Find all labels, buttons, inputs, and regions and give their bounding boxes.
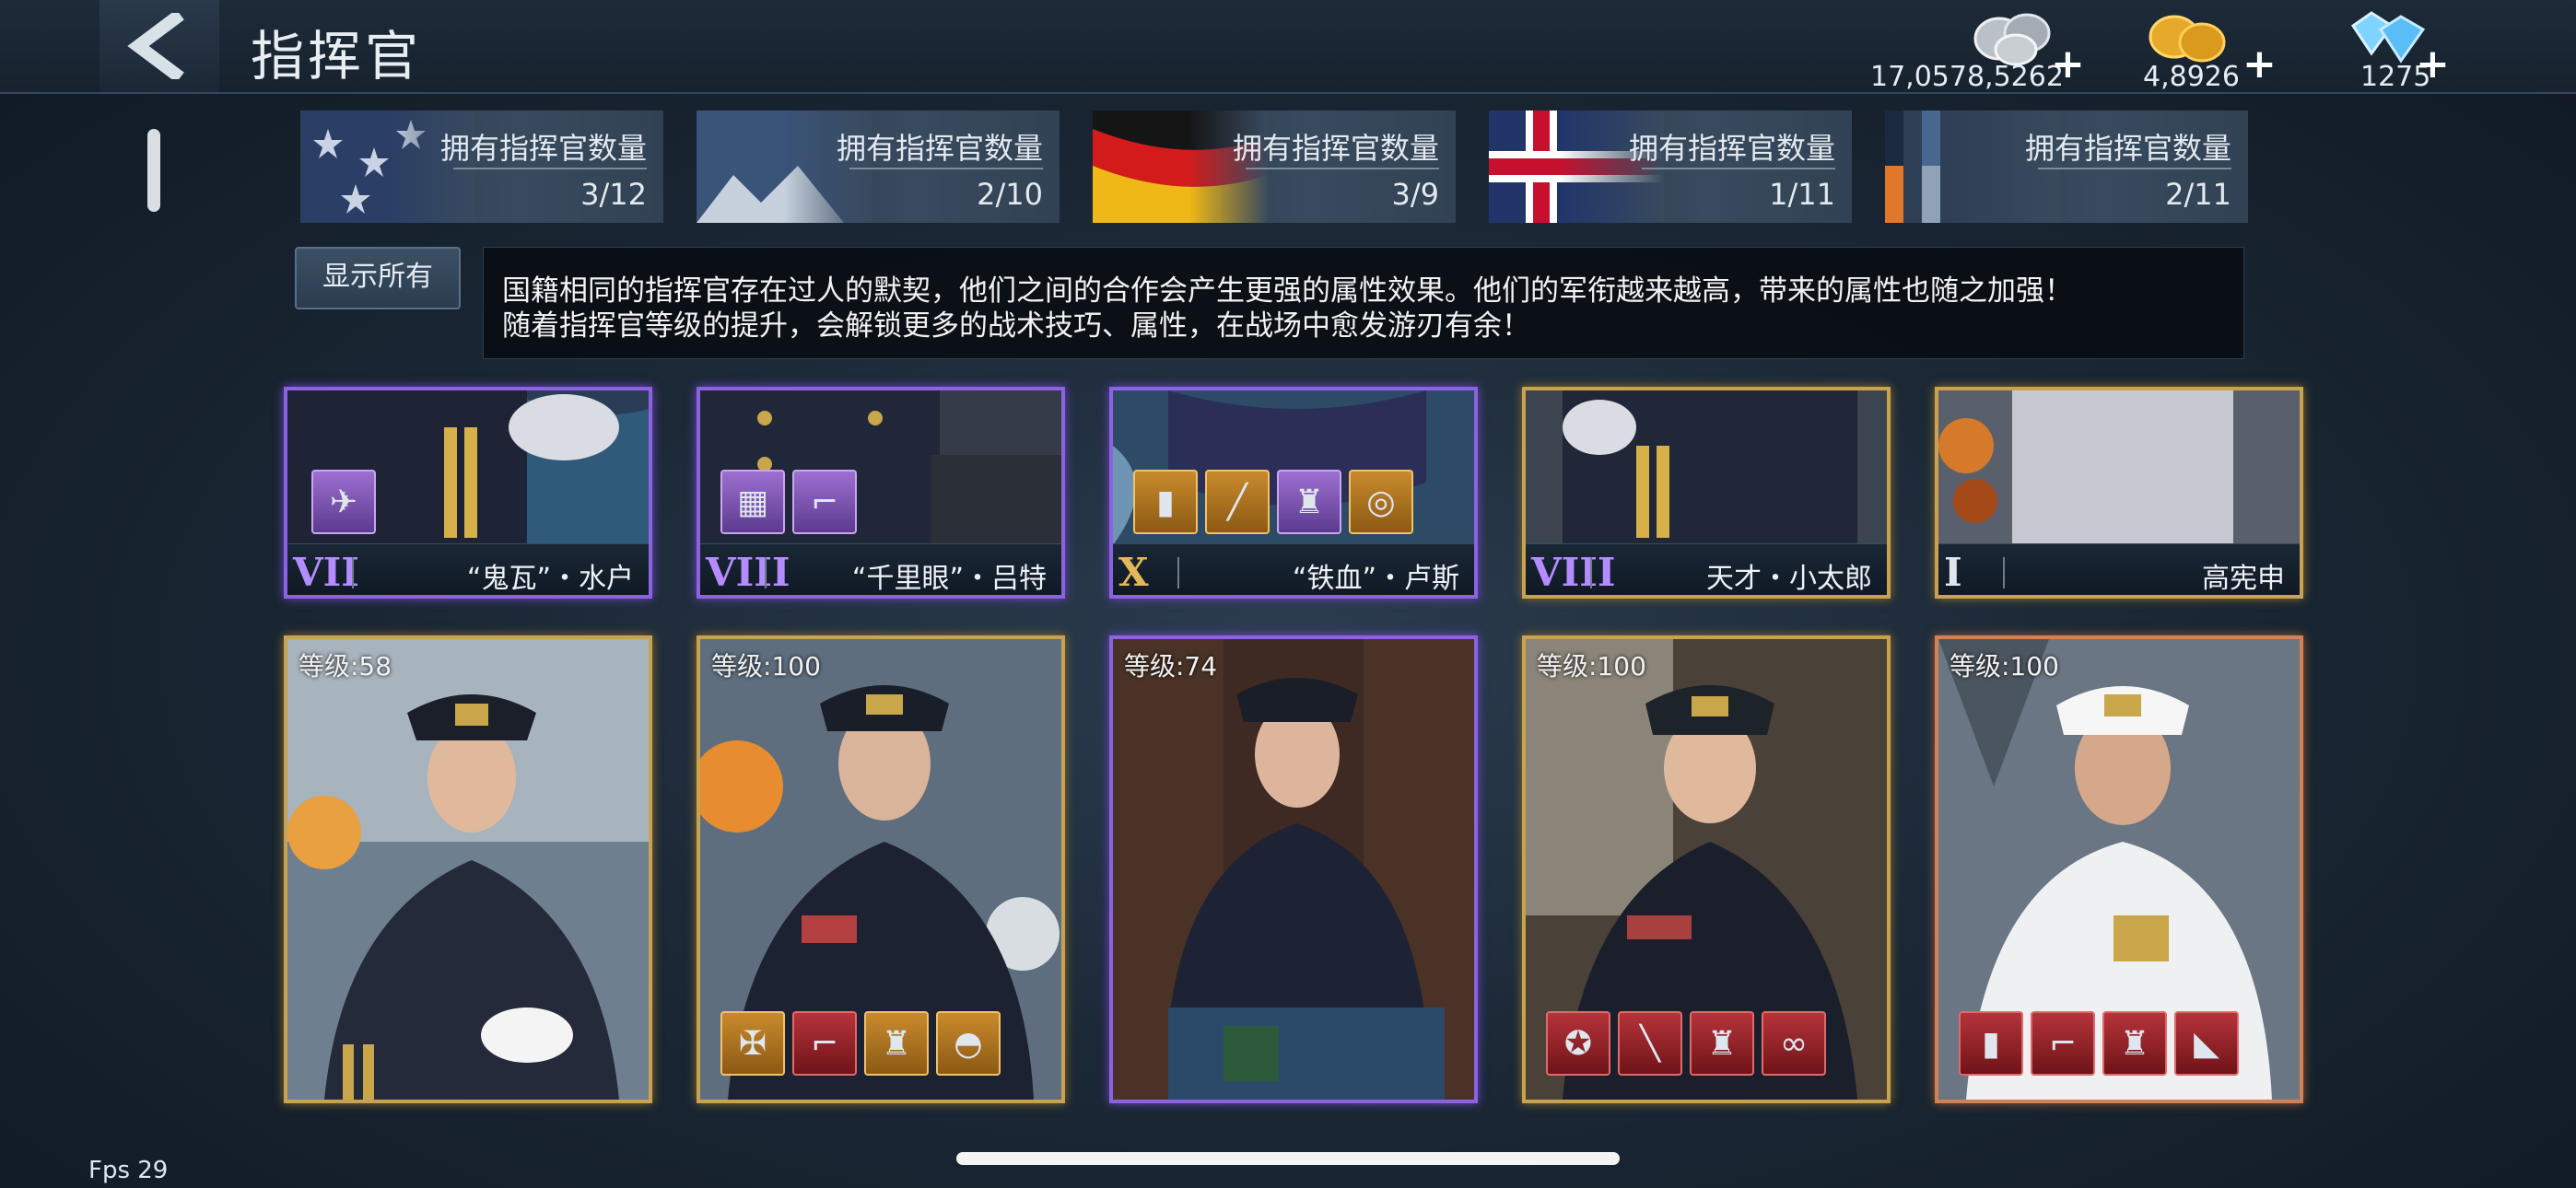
nation-count: 2/10 xyxy=(977,177,1043,212)
uniform-icon[interactable]: ♜ xyxy=(1277,470,1341,534)
cap-icon[interactable]: ◓ xyxy=(936,1011,1001,1076)
nation-label: 拥有指挥官数量 xyxy=(1232,131,1439,166)
divider xyxy=(453,168,647,169)
silver-amount: 17,0578,5262 xyxy=(1870,61,2064,93)
divider xyxy=(2003,557,2005,588)
divider xyxy=(352,557,354,588)
commander-level: 等级:58 xyxy=(299,651,392,681)
silver-currency[interactable]: 17,0578,5262 + xyxy=(1870,6,2085,93)
commander-rank: I xyxy=(1944,550,1962,595)
nation-count: 1/11 xyxy=(1769,177,1835,212)
medal-icon[interactable]: ✠ xyxy=(720,1011,785,1076)
show-all-button[interactable]: 显示所有 xyxy=(295,247,461,309)
add-diamond-button[interactable]: + xyxy=(2416,41,2450,87)
commander-level: 等级:100 xyxy=(1537,651,1646,681)
commander-name: 高宪申 xyxy=(2202,563,2285,595)
commander-namebar: X “铁血”・卢斯 xyxy=(1113,543,1474,595)
commander-rank: VII xyxy=(293,550,359,595)
nation-japan-panel[interactable]: 拥有指挥官数量 2/10 xyxy=(697,111,1060,223)
epaulette-icon[interactable]: ▮ xyxy=(1959,1011,2023,1076)
rifle-icon[interactable]: ╲ xyxy=(1618,1011,1682,1076)
info-line-2: 随着指挥官等级的提升，会解锁更多的战术技巧、属性，在战场中愈发游刃有余！ xyxy=(502,309,1530,343)
ribbons-icon[interactable]: ▦ xyxy=(720,470,785,534)
nation-germany-panel[interactable]: 拥有指挥官数量 3/9 xyxy=(1093,111,1456,223)
commander-portrait xyxy=(1526,390,1887,545)
commander-namebar: VII “鬼瓦”・水户 xyxy=(287,543,649,595)
commander-card[interactable]: ▦ ⌐ VIII “千里眼”・吕特 xyxy=(697,387,1065,599)
commander-card[interactable]: 等级:100 ▮ ⌐ ♜ ◣ xyxy=(1935,635,2303,1103)
nation-uk-panel[interactable]: 拥有指挥官数量 1/11 xyxy=(1489,111,1852,223)
divider xyxy=(1590,557,1592,588)
divider xyxy=(765,557,767,588)
commander-name: “鬼瓦”・水户 xyxy=(466,563,634,595)
nation-label: 拥有指挥官数量 xyxy=(1628,131,1835,166)
nation-count: 3/9 xyxy=(1391,177,1440,212)
divider xyxy=(1642,168,1835,169)
commander-rank: VIII xyxy=(1531,550,1616,595)
commander-name: 天才・小太郎 xyxy=(1706,563,1872,595)
nation-label: 拥有指挥官数量 xyxy=(836,131,1043,166)
commander-portrait xyxy=(1113,639,1474,1100)
add-gold-button[interactable]: + xyxy=(2242,41,2277,87)
gold-amount: 4,8926 xyxy=(2143,61,2240,93)
commander-namebar: VIII “千里眼”・吕特 xyxy=(700,543,1061,595)
home-indicator[interactable] xyxy=(956,1152,1620,1165)
baton-icon[interactable]: ╱ xyxy=(1205,470,1270,534)
commander-portrait xyxy=(287,639,649,1100)
back-button[interactable] xyxy=(100,0,219,92)
commander-card[interactable]: VIII 天才・小太郎 xyxy=(1522,387,1891,599)
commander-portrait xyxy=(1938,390,2300,545)
wings-icon[interactable]: ✈ xyxy=(311,470,376,534)
watch-icon[interactable]: ◎ xyxy=(1349,470,1413,534)
commander-namebar: VIII 天才・小太郎 xyxy=(1526,543,1887,595)
commander-card[interactable]: ▮ ╱ ♜ ◎ X “铁血”・卢斯 xyxy=(1109,387,1478,599)
info-line-1: 国籍相同的指挥官存在过人的默契，他们之间的合作会产生更强的属性效果。他们的军衔越… xyxy=(502,274,2073,308)
uniform-icon[interactable]: ♜ xyxy=(864,1011,929,1076)
commander-level: 等级:74 xyxy=(1124,651,1218,681)
divider xyxy=(1177,557,1179,588)
badge-icon[interactable]: ✪ xyxy=(1546,1011,1610,1076)
add-silver-button[interactable]: + xyxy=(2051,41,2085,87)
nation-other-panel[interactable]: 拥有指挥官数量 2/11 xyxy=(1885,111,2248,223)
commander-name: “千里眼”・吕特 xyxy=(851,563,1047,595)
commander-card[interactable]: 等级:100 ✪ ╲ ♜ ∞ xyxy=(1522,635,1891,1103)
commander-card[interactable]: I 高宪申 xyxy=(1935,387,2303,599)
divider xyxy=(2038,168,2231,169)
diamond-currency[interactable]: 1275 + xyxy=(2335,6,2450,93)
top-bar: 指挥官 17,0578,5262 + 4,8926 + 1275 + xyxy=(0,0,2576,94)
commander-card[interactable]: 等级:58 xyxy=(284,635,652,1103)
commander-level: 等级:100 xyxy=(711,651,821,681)
divider xyxy=(1246,168,1439,169)
commander-name: “铁血”・卢斯 xyxy=(1292,563,1459,595)
commander-level: 等级:100 xyxy=(1950,651,2059,681)
gold-currency[interactable]: 4,8926 + xyxy=(2139,6,2277,93)
boots-icon[interactable]: ◣ xyxy=(2174,1011,2239,1076)
pistol-icon[interactable]: ⌐ xyxy=(792,1011,857,1076)
uniform-icon[interactable]: ♜ xyxy=(2102,1011,2167,1076)
nation-count: 2/11 xyxy=(2165,177,2231,212)
commander-card[interactable]: 等级:74 xyxy=(1109,635,1478,1103)
divider xyxy=(849,168,1043,169)
commander-card[interactable]: 等级:100 ✠ ⌐ ♜ ◓ xyxy=(697,635,1065,1103)
commander-card[interactable]: ✈ VII “鬼瓦”・水户 xyxy=(284,387,652,599)
side-scroll-handle[interactable] xyxy=(147,129,160,212)
nation-label: 拥有指挥官数量 xyxy=(2024,131,2231,166)
nation-count: 3/12 xyxy=(580,177,647,212)
uniform-icon[interactable]: ♜ xyxy=(1690,1011,1754,1076)
commander-namebar: I 高宪申 xyxy=(1938,543,2300,595)
pistol-icon[interactable]: ⌐ xyxy=(792,470,857,534)
fps-counter: Fps 29 xyxy=(88,1157,169,1184)
pistol-icon[interactable]: ⌐ xyxy=(2031,1011,2095,1076)
back-arrow-icon xyxy=(127,13,184,79)
nation-usa-panel[interactable]: 拥有指挥官数量 3/12 xyxy=(300,111,663,223)
page-title: 指挥官 xyxy=(251,25,423,87)
commander-rank: X xyxy=(1118,550,1149,595)
commander-rank: VIII xyxy=(706,550,790,595)
binoculars-icon[interactable]: ∞ xyxy=(1762,1011,1826,1076)
info-text-box: 国籍相同的指挥官存在过人的默契，他们之间的合作会产生更强的属性效果。他们的军衔越… xyxy=(483,247,2244,359)
nation-label: 拥有指挥官数量 xyxy=(439,131,647,166)
epaulette-icon[interactable]: ▮ xyxy=(1133,470,1198,534)
